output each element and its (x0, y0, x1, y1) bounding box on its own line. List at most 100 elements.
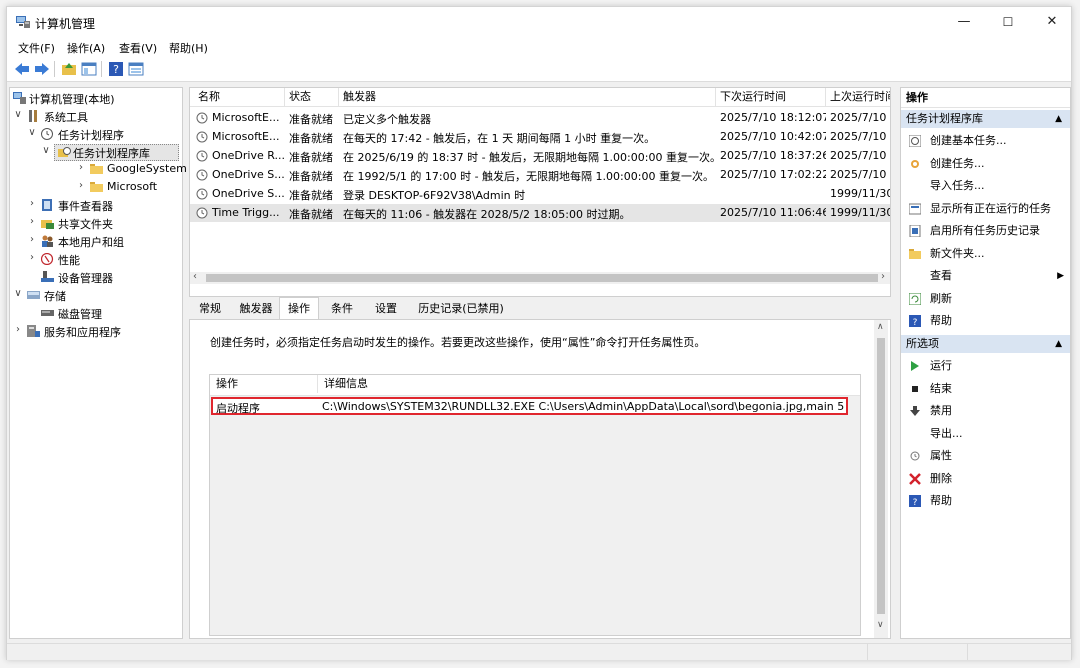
tree-label: 服务和应用程序 (44, 326, 121, 339)
task-clock-icon (196, 150, 208, 162)
chevron-right-icon[interactable]: › (27, 252, 37, 263)
column-header-name[interactable]: 名称 (194, 88, 285, 106)
action-refresh[interactable]: 刷新 (901, 288, 1070, 310)
history-icon (909, 225, 921, 237)
tree-label: 任务计划程序库 (73, 147, 150, 160)
table-row-action[interactable]: 启动程序 C:\Windows\SYSTEM32\RUNDLL32.EXE C:… (211, 397, 848, 415)
scrollbar-thumb[interactable] (206, 274, 878, 282)
scroll-up-icon[interactable]: ∧ (877, 322, 884, 332)
actions-pane: 操作 任务计划程序库 ▲ 创建基本任务... 创建任务... 导入任务... 显示所有… (900, 87, 1071, 639)
task-trigger: 在 2025/6/19 的 18:37 时 - 触发后，无限期地每隔 1.00:… (343, 151, 715, 164)
chevron-right-icon[interactable]: › (27, 216, 37, 227)
horizontal-scrollbar[interactable]: ‹ › (190, 271, 890, 284)
task-name: Time Trigg... (212, 206, 280, 219)
column-header-trigger[interactable]: 触发器 (339, 88, 716, 106)
show-hide-tree-icon[interactable] (81, 62, 97, 76)
properties-icon[interactable] (128, 62, 144, 76)
help-icon[interactable]: ? (108, 62, 124, 76)
task-name: OneDrive S... (212, 187, 285, 200)
action-delete[interactable]: 删除 (901, 468, 1070, 490)
table-row[interactable]: MicrosoftE... 准备就绪 已定义多个触发器 2025/7/10 18:12… (190, 109, 890, 127)
table-row[interactable]: OneDrive S... 准备就绪在 1992/5/1 的 17:00 时 - … (190, 166, 890, 184)
chevron-right-icon[interactable]: › (76, 162, 86, 173)
column-header-next-run[interactable]: 下次运行时间 (716, 88, 826, 106)
task-last-run: 2025/7/10 (830, 149, 887, 162)
action-disable[interactable]: 禁用 (901, 400, 1070, 422)
action-help[interactable]: ? 帮助 (901, 310, 1070, 332)
chevron-right-icon[interactable]: › (13, 324, 23, 335)
run-icon (911, 361, 919, 371)
menu-help[interactable]: 帮助(H) (169, 40, 208, 56)
column-header-status[interactable]: 状态 (285, 88, 339, 106)
column-header-action[interactable]: 操作 (210, 375, 318, 393)
action-create-basic-task[interactable]: 创建基本任务... (901, 130, 1070, 152)
action-label: 帮助 (930, 314, 952, 327)
chevron-down-icon[interactable]: ∨ (27, 127, 37, 138)
properties-icon (910, 451, 920, 461)
close-button[interactable]: ✕ (1029, 7, 1075, 37)
back-arrow-icon[interactable] (14, 62, 30, 76)
task-clock-icon (196, 169, 208, 181)
action-import-task[interactable]: 导入任务... (901, 175, 1070, 197)
action-properties[interactable]: 属性 (901, 445, 1070, 467)
section-header-task-library[interactable]: 任务计划程序库 ▲ (901, 110, 1070, 128)
chevron-right-icon[interactable]: › (27, 234, 37, 245)
table-row[interactable]: MicrosoftE... 准备就绪 在每天的 17:42 - 触发后，在 1 天 … (190, 128, 890, 146)
folder-clock-icon (58, 147, 71, 157)
chevron-right-icon[interactable]: › (27, 198, 37, 209)
collapse-up-icon[interactable]: ▲ (1055, 110, 1062, 128)
task-trigger: 已定义多个触发器 (343, 113, 431, 126)
action-enable-history[interactable]: 启用所有任务历史记录 (901, 220, 1070, 242)
menu-view[interactable]: 查看(V) (119, 40, 157, 56)
column-header-last-run[interactable]: 上次运行时间 (826, 88, 890, 106)
delete-icon (909, 472, 921, 485)
action-new-folder[interactable]: 新文件夹... (901, 243, 1070, 265)
vertical-scrollbar[interactable]: ∧ ∨ (874, 320, 888, 638)
minimize-button[interactable]: — (941, 7, 987, 37)
scroll-down-icon[interactable]: ∨ (877, 620, 884, 630)
chevron-right-icon[interactable]: › (76, 180, 86, 191)
maximize-button[interactable]: ☐ (985, 7, 1031, 37)
detail-tab-strip: 常规 触发器 操作 条件 设置 历史记录(已禁用) (189, 297, 891, 320)
up-folder-icon[interactable] (61, 62, 77, 76)
stop-icon (912, 385, 918, 392)
running-tasks-icon (909, 203, 921, 214)
action-view[interactable]: 查看 ▶ (901, 265, 1070, 287)
clock-icon (41, 128, 53, 140)
submenu-arrow-icon: ▶ (1057, 271, 1064, 281)
section-header-selected[interactable]: 所选项 ▲ (901, 335, 1070, 353)
action-export[interactable]: 导出... (901, 423, 1070, 445)
tab-general[interactable]: 常规 (193, 299, 227, 319)
action-end[interactable]: 结束 (901, 378, 1070, 400)
table-row[interactable]: Time Trigg... 准备就绪 在每天的 11:06 - 触发器在 2028/… (190, 204, 890, 222)
scrollbar-thumb[interactable] (877, 338, 885, 614)
action-show-running-tasks[interactable]: 显示所有正在运行的任务 (901, 198, 1070, 220)
chevron-down-icon[interactable]: ∨ (41, 145, 51, 156)
chevron-down-icon[interactable]: ∨ (13, 109, 23, 120)
tab-settings[interactable]: 设置 (369, 299, 403, 319)
tree-label: 本地用户和组 (58, 236, 124, 249)
action-create-task[interactable]: 创建任务... (901, 153, 1070, 175)
chevron-down-icon[interactable]: ∨ (13, 288, 23, 299)
table-row[interactable]: OneDrive S... 准备就绪 登录 DESKTOP-6F92V38\Admi… (190, 185, 890, 203)
task-status: 准备就绪 (289, 189, 333, 202)
menu-action[interactable]: 操作(A) (67, 40, 105, 56)
menu-file[interactable]: 文件(F) (18, 40, 55, 56)
task-name: OneDrive S... (212, 168, 285, 181)
tab-triggers[interactable]: 触发器 (235, 299, 277, 319)
title-bar: 计算机管理 — ☐ ✕ (7, 7, 1071, 37)
scroll-left-icon[interactable]: ‹ (193, 271, 197, 282)
action-run[interactable]: 运行 (901, 355, 1070, 377)
task-status: 准备就绪 (289, 170, 333, 183)
task-status: 准备就绪 (289, 132, 333, 145)
table-row[interactable]: OneDrive R... 准备就绪在 2025/6/19 的 18:37 时 -… (190, 147, 890, 165)
tab-actions[interactable]: 操作 (279, 297, 319, 320)
section-title: 所选项 (906, 337, 939, 350)
scroll-right-icon[interactable]: › (881, 271, 885, 282)
forward-arrow-icon[interactable] (34, 62, 50, 76)
tab-history[interactable]: 历史记录(已禁用) (413, 299, 509, 319)
tab-conditions[interactable]: 条件 (325, 299, 359, 319)
action-help-selected[interactable]: ? 帮助 (901, 490, 1070, 512)
column-header-details[interactable]: 详细信息 (318, 375, 860, 393)
collapse-up-icon[interactable]: ▲ (1055, 335, 1062, 353)
